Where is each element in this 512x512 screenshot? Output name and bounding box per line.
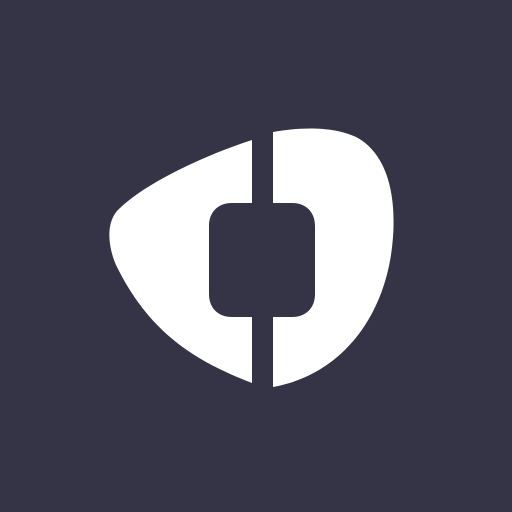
app-icon-tile (0, 0, 512, 512)
guitar-pick-logo-icon (0, 0, 512, 512)
icon-background (0, 0, 512, 512)
